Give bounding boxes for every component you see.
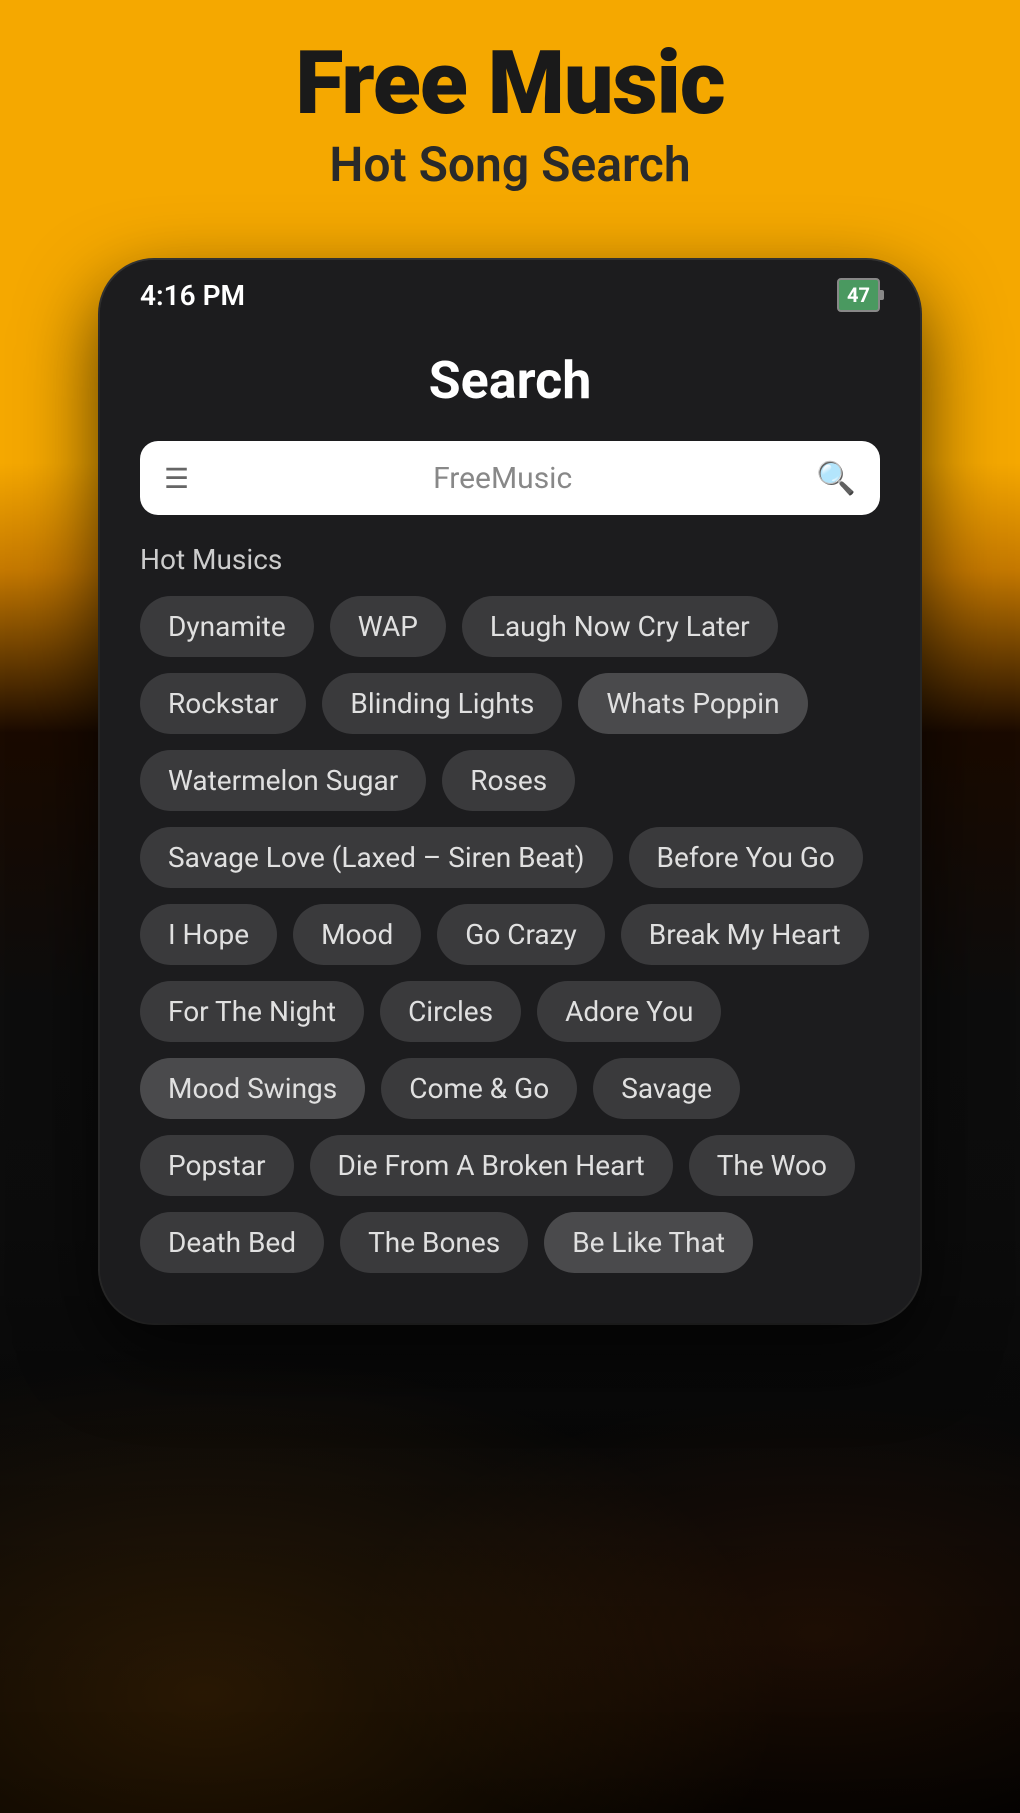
- tag-mood-swings[interactable]: Mood Swings: [140, 1058, 365, 1119]
- main-title: Free Music: [0, 40, 1020, 128]
- search-input-display[interactable]: FreeMusic: [205, 461, 800, 496]
- header-section: Free Music Hot Song Search: [0, 0, 1020, 223]
- search-bar[interactable]: ☰ FreeMusic 🔍: [140, 441, 880, 515]
- tag-dynamite[interactable]: Dynamite: [140, 596, 314, 657]
- hot-musics-label: Hot Musics: [140, 543, 880, 576]
- tag-mood[interactable]: Mood: [293, 904, 421, 965]
- tag-die-from[interactable]: Die From A Broken Heart: [310, 1135, 673, 1196]
- search-icon[interactable]: 🔍: [816, 459, 856, 497]
- tags-container: Dynamite WAP Laugh Now Cry Later Rockstar Bl…: [140, 596, 880, 1273]
- tag-savage[interactable]: Savage: [593, 1058, 740, 1119]
- tag-rockstar[interactable]: Rockstar: [140, 673, 306, 734]
- tag-death-bed[interactable]: Death Bed: [140, 1212, 324, 1273]
- tag-the-bones[interactable]: The Bones: [340, 1212, 528, 1273]
- tag-blinding-lights[interactable]: Blinding Lights: [322, 673, 562, 734]
- tag-adore-you[interactable]: Adore You: [537, 981, 721, 1042]
- menu-icon[interactable]: ☰: [164, 462, 189, 495]
- phone-frame: 4:16 PM 47 Search ☰ FreeMusic 🔍 Hot Musi…: [100, 260, 920, 1323]
- sub-title: Hot Song Search: [0, 136, 1020, 193]
- tag-laugh-now[interactable]: Laugh Now Cry Later: [462, 596, 778, 657]
- tag-for-the-night[interactable]: For The Night: [140, 981, 364, 1042]
- tag-before-you-go[interactable]: Before You Go: [629, 827, 863, 888]
- tag-circles[interactable]: Circles: [380, 981, 521, 1042]
- tag-come-go[interactable]: Come & Go: [381, 1058, 577, 1119]
- phone-content: Search ☰ FreeMusic 🔍 Hot Musics Dynamite…: [100, 320, 920, 1323]
- tag-the-woo[interactable]: The Woo: [689, 1135, 855, 1196]
- tag-wap[interactable]: WAP: [330, 596, 446, 657]
- tag-i-hope[interactable]: I Hope: [140, 904, 277, 965]
- page-title: Search: [140, 350, 880, 411]
- tag-watermelon-sugar[interactable]: Watermelon Sugar: [140, 750, 426, 811]
- status-icons: 47: [837, 278, 880, 312]
- status-time: 4:16 PM: [140, 279, 245, 312]
- tag-be-like-that[interactable]: Be Like That: [544, 1212, 753, 1273]
- tag-savage-love[interactable]: Savage Love (Laxed – Siren Beat): [140, 827, 613, 888]
- tag-break-my-heart[interactable]: Break My Heart: [621, 904, 869, 965]
- tag-roses[interactable]: Roses: [442, 750, 575, 811]
- tag-whats-poppin[interactable]: Whats Poppin: [578, 673, 807, 734]
- phone-wrapper: 4:16 PM 47 Search ☰ FreeMusic 🔍 Hot Musi…: [100, 260, 920, 1740]
- tag-popstar[interactable]: Popstar: [140, 1135, 294, 1196]
- status-bar: 4:16 PM 47: [100, 260, 920, 320]
- tag-go-crazy[interactable]: Go Crazy: [437, 904, 605, 965]
- battery-icon: 47: [837, 278, 880, 312]
